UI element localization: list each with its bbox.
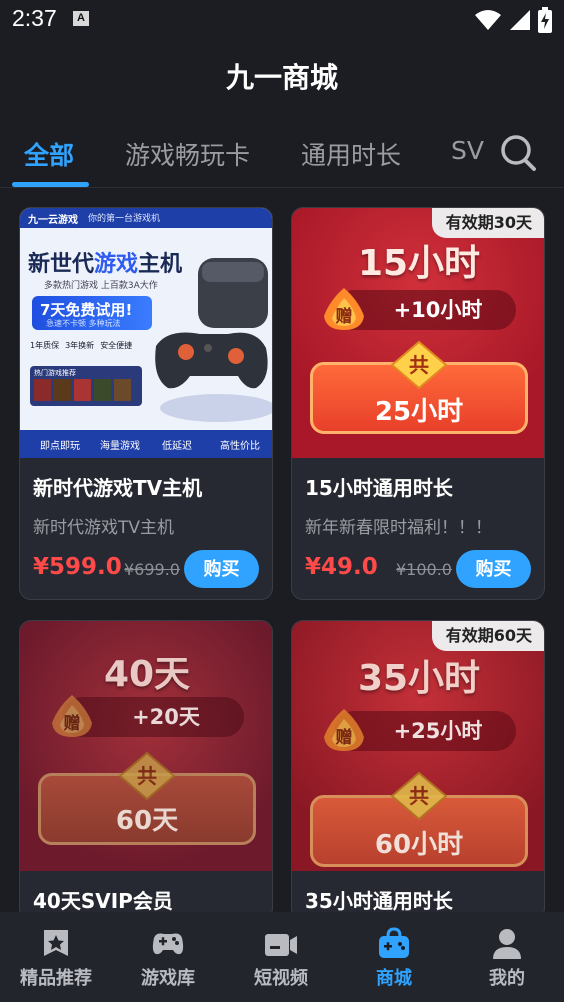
nav-label: 短视频 (254, 968, 308, 989)
banner-slogan: 你的第一台游戏机 (88, 214, 161, 224)
wifi-icon (475, 10, 501, 30)
product-card[interactable]: 九一云游戏 你的第一台游戏机 新世代游戏主机 多款热门游戏 上百款3A大作 7天… (19, 207, 273, 600)
banner-footer: 即点即玩 海量游戏 低延迟 高性价比 (20, 430, 272, 458)
gamepad-icon (152, 933, 184, 955)
svg-text:赠: 赠 (64, 713, 81, 734)
nav-label: 我的 (489, 968, 525, 989)
nav-label: 游戏库 (141, 968, 195, 989)
svg-text:赠: 赠 (336, 727, 353, 748)
shop-bag-icon (379, 927, 409, 958)
product-banner-image: 15小时 +10小时 赠 25小时 共 有效期30天 (292, 208, 544, 458)
tile-main-value: 35小时 (357, 658, 481, 699)
total-diamond-icon: 共 (118, 751, 176, 801)
nav-item-game-library[interactable]: 游戏库 (112, 912, 224, 1002)
nav-item-shop[interactable]: 商城 (338, 912, 450, 1002)
tabs-divider (0, 187, 564, 188)
validity-badge: 有效期30天 (431, 208, 544, 238)
gift-flame-icon: 赠 (52, 695, 92, 737)
product-banner-image: 35小时 +25小时 赠 60小时 共 有效期60天 (292, 621, 544, 871)
bottom-nav: 精品推荐 游戏库 短视频 商城 我的 (0, 912, 564, 1002)
total-diamond-icon: 共 (390, 340, 448, 390)
feature-secure: 安全便捷 (100, 341, 133, 350)
tab-all[interactable]: 全部 (24, 136, 74, 172)
product-title: 40天SVIP会员 (33, 889, 173, 913)
total-diamond-icon: 共 (390, 771, 448, 821)
star-badge-icon (44, 930, 68, 956)
trial-badge: 7天免费试用! 急速不卡顿 多种玩法 (32, 296, 152, 330)
banner-features: 1年质保 3年换新 安全便捷 (30, 340, 132, 351)
svg-text:共: 共 (137, 764, 157, 788)
status-time: 2:37 (12, 5, 57, 31)
tab-svip[interactable]: SV (451, 136, 484, 165)
console-gamepad-illustration (155, 258, 272, 422)
feature-replace: 3年换新 (65, 341, 95, 350)
feature-warranty: 1年质保 (30, 341, 60, 350)
product-subtitle: 新年新春限时福利！！！ (305, 518, 492, 538)
product-banner-image: 40天 +20天 赠 60天 共 (20, 621, 272, 871)
svg-text:共: 共 (409, 353, 429, 377)
category-tabs: 全部 游戏畅玩卡 通用时长 SV (0, 128, 564, 188)
video-camera-icon (265, 934, 297, 956)
tile-main-value: 40天 (103, 654, 191, 695)
user-icon (493, 929, 521, 959)
buy-button[interactable]: 购买 (184, 550, 259, 588)
product-original-price: ¥699.0 (124, 560, 180, 579)
tab-general-time[interactable]: 通用时长 (301, 136, 401, 172)
product-title: 15小时通用时长 (305, 476, 453, 500)
status-bar: 2:37 A (0, 0, 564, 40)
product-card[interactable]: 35小时 +25小时 赠 60小时 共 有效期60天 35小时通用时长 (291, 620, 545, 920)
product-card[interactable]: 15小时 +10小时 赠 25小时 共 有效期30天 15小时通用时长 新年新春… (291, 207, 545, 600)
search-icon[interactable] (498, 132, 538, 172)
nav-item-featured[interactable]: 精品推荐 (0, 912, 112, 1002)
banner-header: 九一云游戏 你的第一台游戏机 (20, 208, 272, 228)
nav-item-short-video[interactable]: 短视频 (225, 912, 337, 1002)
product-title: 新时代游戏TV主机 (33, 476, 203, 500)
nav-item-me[interactable]: 我的 (451, 912, 563, 1002)
product-price: ¥49.0 (305, 554, 378, 580)
gift-flame-icon: 赠 (324, 709, 364, 751)
tile-total-value: 60小时 (374, 830, 464, 860)
page-title: 九一商城 (225, 61, 338, 94)
tile-total-value: 60天 (115, 806, 179, 836)
product-title: 35小时通用时长 (305, 889, 453, 913)
nav-label: 商城 (376, 968, 412, 989)
status-icons (474, 7, 552, 33)
validity-badge: 有效期60天 (431, 621, 544, 651)
product-card[interactable]: 40天 +20天 赠 60天 共 40天SVIP会员 (19, 620, 273, 920)
product-original-price: ¥100.0 (396, 560, 452, 579)
battery-icon (538, 7, 552, 33)
product-subtitle: 新时代游戏TV主机 (33, 518, 175, 538)
banner-subline: 多款热门游戏 上百款3A大作 (44, 281, 158, 291)
nav-label: 精品推荐 (20, 968, 92, 989)
gift-flame-icon: 赠 (324, 288, 364, 330)
tile-total-value: 25小时 (374, 397, 464, 427)
tile-main-value: 15小时 (357, 243, 481, 284)
tab-game-pass[interactable]: 游戏畅玩卡 (125, 136, 250, 172)
games-strip: 热门游戏推荐 (30, 366, 142, 406)
product-banner-image: 九一云游戏 你的第一台游戏机 新世代游戏主机 多款热门游戏 上百款3A大作 7天… (20, 208, 272, 458)
signal-icon (510, 10, 530, 30)
banner-brand: 九一云游戏 (28, 215, 78, 226)
product-price: ¥599.0 (33, 554, 122, 580)
svg-text:赠: 赠 (336, 306, 353, 327)
svg-text:共: 共 (409, 784, 429, 808)
notification-a-icon: A (73, 11, 89, 26)
buy-button[interactable]: 购买 (456, 550, 531, 588)
